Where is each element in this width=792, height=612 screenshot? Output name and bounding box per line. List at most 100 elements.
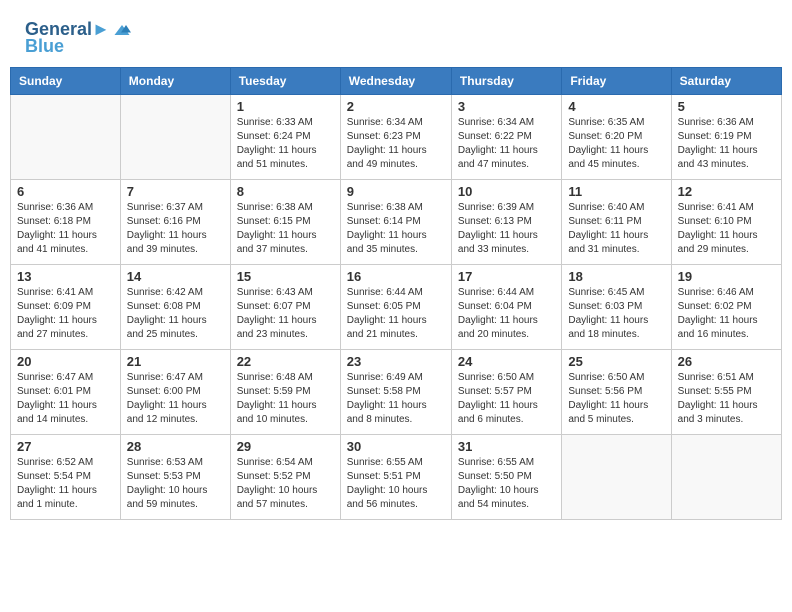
calendar-cell: 30 Sunrise: 6:55 AM Sunset: 5:51 PM Dayli… xyxy=(340,435,451,520)
day-number: 16 xyxy=(347,269,445,284)
day-info: Sunrise: 6:42 AM Sunset: 6:08 PM Dayligh… xyxy=(127,286,224,342)
calendar: SundayMondayTuesdayWednesdayThursdayFrid… xyxy=(10,67,782,520)
calendar-cell xyxy=(11,95,121,180)
calendar-cell: 6 Sunrise: 6:36 AM Sunset: 6:18 PM Daylig… xyxy=(11,180,121,265)
day-number: 31 xyxy=(458,439,555,454)
calendar-cell: 24 Sunrise: 6:50 AM Sunset: 5:57 PM Dayli… xyxy=(451,350,561,435)
day-number: 18 xyxy=(568,269,664,284)
calendar-cell: 9Sunrise: 6:38 AM Sunset: 6:14 PM Daylig… xyxy=(340,180,451,265)
day-number: 4 xyxy=(568,99,664,114)
calendar-cell: 19 Sunrise: 6:46 AM Sunset: 6:02 PM Dayli… xyxy=(671,265,781,350)
calendar-cell: 12 Sunrise: 6:41 AM Sunset: 6:10 PM Dayli… xyxy=(671,180,781,265)
calendar-cell: 28 Sunrise: 6:53 AM Sunset: 5:53 PM Dayli… xyxy=(120,435,230,520)
logo-icon xyxy=(112,20,132,40)
day-info: Sunrise: 6:36 AM Sunset: 6:18 PM Dayligh… xyxy=(17,201,114,257)
calendar-cell: 15 Sunrise: 6:43 AM Sunset: 6:07 PM Dayli… xyxy=(230,265,340,350)
day-header-wednesday: Wednesday xyxy=(340,68,451,95)
calendar-cell: 21 Sunrise: 6:47 AM Sunset: 6:00 PM Dayli… xyxy=(120,350,230,435)
day-info: Sunrise: 6:55 AM Sunset: 5:51 PM Dayligh… xyxy=(347,456,445,512)
day-number: 10 xyxy=(458,184,555,199)
calendar-cell: 3 Sunrise: 6:34 AM Sunset: 6:22 PM Daylig… xyxy=(451,95,561,180)
day-info: Sunrise: 6:47 AM Sunset: 6:01 PM Dayligh… xyxy=(17,371,114,427)
day-info: Sunrise: 6:52 AM Sunset: 5:54 PM Dayligh… xyxy=(17,456,114,512)
day-number: 28 xyxy=(127,439,224,454)
calendar-cell: 5 Sunrise: 6:36 AM Sunset: 6:19 PM Daylig… xyxy=(671,95,781,180)
day-info: Sunrise: 6:38 AM Sunset: 6:15 PM Dayligh… xyxy=(237,201,334,257)
week-row-5: 27Sunrise: 6:52 AM Sunset: 5:54 PM Dayli… xyxy=(11,435,782,520)
day-info: Sunrise: 6:34 AM Sunset: 6:22 PM Dayligh… xyxy=(458,116,555,172)
calendar-cell: 17 Sunrise: 6:44 AM Sunset: 6:04 PM Dayli… xyxy=(451,265,561,350)
day-info: Sunrise: 6:54 AM Sunset: 5:52 PM Dayligh… xyxy=(237,456,334,512)
calendar-cell xyxy=(671,435,781,520)
day-info: Sunrise: 6:44 AM Sunset: 6:04 PM Dayligh… xyxy=(458,286,555,342)
day-info: Sunrise: 6:36 AM Sunset: 6:19 PM Dayligh… xyxy=(678,116,775,172)
day-number: 8 xyxy=(237,184,334,199)
calendar-cell: 22Sunrise: 6:48 AM Sunset: 5:59 PM Dayli… xyxy=(230,350,340,435)
day-info: Sunrise: 6:53 AM Sunset: 5:53 PM Dayligh… xyxy=(127,456,224,512)
calendar-cell xyxy=(562,435,671,520)
day-header-tuesday: Tuesday xyxy=(230,68,340,95)
calendar-cell: 8 Sunrise: 6:38 AM Sunset: 6:15 PM Daylig… xyxy=(230,180,340,265)
day-number: 1 xyxy=(237,99,334,114)
day-info: Sunrise: 6:33 AM Sunset: 6:24 PM Dayligh… xyxy=(237,116,334,172)
calendar-cell: 25Sunrise: 6:50 AM Sunset: 5:56 PM Dayli… xyxy=(562,350,671,435)
day-info: Sunrise: 6:43 AM Sunset: 6:07 PM Dayligh… xyxy=(237,286,334,342)
day-info: Sunrise: 6:45 AM Sunset: 6:03 PM Dayligh… xyxy=(568,286,664,342)
day-info: Sunrise: 6:34 AM Sunset: 6:23 PM Dayligh… xyxy=(347,116,445,172)
day-info: Sunrise: 6:49 AM Sunset: 5:58 PM Dayligh… xyxy=(347,371,445,427)
calendar-cell: 29 Sunrise: 6:54 AM Sunset: 5:52 PM Dayli… xyxy=(230,435,340,520)
calendar-cell: 27Sunrise: 6:52 AM Sunset: 5:54 PM Dayli… xyxy=(11,435,121,520)
day-info: Sunrise: 6:50 AM Sunset: 5:56 PM Dayligh… xyxy=(568,371,664,427)
day-info: Sunrise: 6:55 AM Sunset: 5:50 PM Dayligh… xyxy=(458,456,555,512)
day-header-thursday: Thursday xyxy=(451,68,561,95)
calendar-cell: 23 Sunrise: 6:49 AM Sunset: 5:58 PM Dayli… xyxy=(340,350,451,435)
day-number: 19 xyxy=(678,269,775,284)
page-header: General► Blue xyxy=(10,10,782,62)
calendar-cell: 10 Sunrise: 6:39 AM Sunset: 6:13 PM Dayli… xyxy=(451,180,561,265)
day-info: Sunrise: 6:50 AM Sunset: 5:57 PM Dayligh… xyxy=(458,371,555,427)
calendar-cell: 11Sunrise: 6:40 AM Sunset: 6:11 PM Dayli… xyxy=(562,180,671,265)
day-info: Sunrise: 6:35 AM Sunset: 6:20 PM Dayligh… xyxy=(568,116,664,172)
day-info: Sunrise: 6:47 AM Sunset: 6:00 PM Dayligh… xyxy=(127,371,224,427)
day-number: 20 xyxy=(17,354,114,369)
week-row-2: 6 Sunrise: 6:36 AM Sunset: 6:18 PM Daylig… xyxy=(11,180,782,265)
day-number: 7 xyxy=(127,184,224,199)
day-number: 12 xyxy=(678,184,775,199)
week-row-1: 1 Sunrise: 6:33 AM Sunset: 6:24 PM Daylig… xyxy=(11,95,782,180)
day-number: 14 xyxy=(127,269,224,284)
calendar-cell: 1 Sunrise: 6:33 AM Sunset: 6:24 PM Daylig… xyxy=(230,95,340,180)
day-number: 24 xyxy=(458,354,555,369)
day-info: Sunrise: 6:46 AM Sunset: 6:02 PM Dayligh… xyxy=(678,286,775,342)
day-number: 21 xyxy=(127,354,224,369)
calendar-cell: 7 Sunrise: 6:37 AM Sunset: 6:16 PM Daylig… xyxy=(120,180,230,265)
day-number: 6 xyxy=(17,184,114,199)
day-number: 30 xyxy=(347,439,445,454)
week-row-3: 13Sunrise: 6:41 AM Sunset: 6:09 PM Dayli… xyxy=(11,265,782,350)
days-header-row: SundayMondayTuesdayWednesdayThursdayFrid… xyxy=(11,68,782,95)
calendar-cell: 18 Sunrise: 6:45 AM Sunset: 6:03 PM Dayli… xyxy=(562,265,671,350)
day-header-monday: Monday xyxy=(120,68,230,95)
calendar-cell: 4 Sunrise: 6:35 AM Sunset: 6:20 PM Daylig… xyxy=(562,95,671,180)
day-number: 3 xyxy=(458,99,555,114)
day-info: Sunrise: 6:39 AM Sunset: 6:13 PM Dayligh… xyxy=(458,201,555,257)
day-info: Sunrise: 6:48 AM Sunset: 5:59 PM Dayligh… xyxy=(237,371,334,427)
day-number: 15 xyxy=(237,269,334,284)
calendar-cell: 31 Sunrise: 6:55 AM Sunset: 5:50 PM Dayli… xyxy=(451,435,561,520)
day-header-saturday: Saturday xyxy=(671,68,781,95)
day-number: 17 xyxy=(458,269,555,284)
calendar-cell: 14 Sunrise: 6:42 AM Sunset: 6:08 PM Dayli… xyxy=(120,265,230,350)
day-number: 26 xyxy=(678,354,775,369)
day-header-friday: Friday xyxy=(562,68,671,95)
calendar-cell: 2 Sunrise: 6:34 AM Sunset: 6:23 PM Daylig… xyxy=(340,95,451,180)
day-info: Sunrise: 6:38 AM Sunset: 6:14 PM Dayligh… xyxy=(347,201,445,257)
day-number: 5 xyxy=(678,99,775,114)
day-header-sunday: Sunday xyxy=(11,68,121,95)
calendar-cell: 13Sunrise: 6:41 AM Sunset: 6:09 PM Dayli… xyxy=(11,265,121,350)
calendar-cell: 16Sunrise: 6:44 AM Sunset: 6:05 PM Dayli… xyxy=(340,265,451,350)
day-info: Sunrise: 6:41 AM Sunset: 6:09 PM Dayligh… xyxy=(17,286,114,342)
day-info: Sunrise: 6:37 AM Sunset: 6:16 PM Dayligh… xyxy=(127,201,224,257)
day-number: 23 xyxy=(347,354,445,369)
day-number: 29 xyxy=(237,439,334,454)
day-info: Sunrise: 6:41 AM Sunset: 6:10 PM Dayligh… xyxy=(678,201,775,257)
day-number: 2 xyxy=(347,99,445,114)
